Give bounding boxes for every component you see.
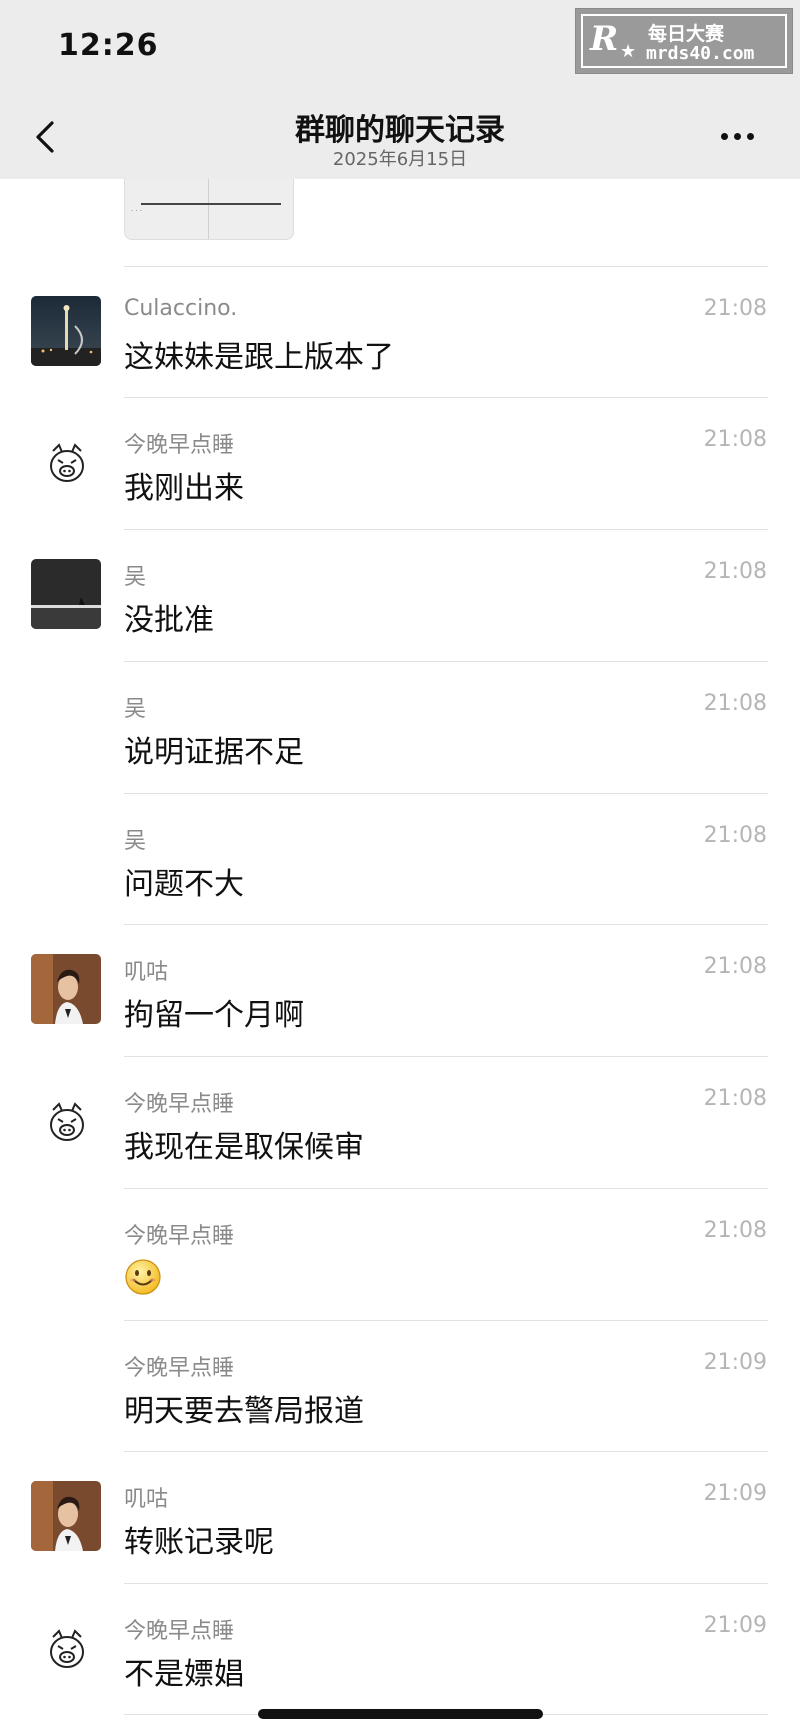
message-sender: 吴 (124, 565, 147, 590)
message-sender: 今晚早点睡 (124, 1356, 235, 1381)
more-options-icon[interactable] (718, 125, 766, 149)
nav-bar: 群聊的聊天记录 2025年6月15日 (0, 95, 800, 179)
message-time: 21:08 (703, 559, 767, 584)
message-sender: 今晚早点睡 (124, 433, 235, 458)
status-time: 12:26 (58, 28, 159, 63)
star-icon: ★ (620, 41, 637, 62)
pig-face-icon[interactable] (44, 441, 90, 487)
message-text: 这妹妹是跟上版本了 (124, 340, 394, 375)
watermark-mark: R (590, 19, 619, 59)
message-sender: 今晚早点睡 (124, 1224, 235, 1249)
smile-emoji-icon (124, 1258, 162, 1296)
message-sender: 今晚早点睡 (124, 1619, 235, 1644)
home-indicator[interactable] (258, 1709, 543, 1719)
message-sender: 叽咕 (124, 960, 169, 985)
message-text: 我现在是取保候审 (124, 1130, 364, 1165)
message-item[interactable]: 今晚早点睡 21:09 明天要去警局报道 (0, 1320, 800, 1450)
message-text: 问题不大 (124, 867, 244, 902)
avatar[interactable] (31, 296, 101, 366)
page-title: 群聊的聊天记录 (295, 113, 505, 148)
status-bar: 12:26 R ★ 每日大赛 mrds40.com (0, 0, 800, 95)
pig-face-icon[interactable] (44, 1100, 90, 1146)
avatar[interactable] (31, 1481, 101, 1551)
message-item[interactable]: 今晚早点睡 21:08 我刚出来 (0, 397, 800, 527)
message-sender: 吴 (124, 697, 147, 722)
message-item[interactable]: 今晚早点睡 21:08 (0, 1188, 800, 1318)
watermark-logo: R ★ 每日大赛 mrds40.com (575, 8, 793, 74)
message-item[interactable]: 吴 21:08 问题不大 (0, 793, 800, 923)
avatar[interactable] (31, 954, 101, 1024)
message-item[interactable]: 吴 21:08 没批准 (0, 529, 800, 659)
message-text: 转账记录呢 (124, 1525, 274, 1560)
image-message-thumbnail[interactable]: · · · (124, 179, 294, 240)
message-time: 21:08 (703, 1218, 767, 1243)
message-time: 21:09 (703, 1613, 767, 1638)
message-item[interactable]: 今晚早点睡 21:08 我现在是取保候审 (0, 1056, 800, 1186)
message-time: 21:09 (703, 1350, 767, 1375)
message-item[interactable]: 吴 21:08 说明证据不足 (0, 661, 800, 791)
message-sender: Culaccino. (124, 296, 238, 321)
message-text: 明天要去警局报道 (124, 1394, 364, 1429)
message-sender: 今晚早点睡 (124, 1092, 235, 1117)
message-sender: 叽咕 (124, 1487, 169, 1512)
message-text: 说明证据不足 (124, 735, 304, 770)
avatar[interactable] (31, 559, 101, 629)
message-sender: 吴 (124, 829, 147, 854)
message-item[interactable]: 今晚早点睡 21:09 不是嫖娼 (0, 1583, 800, 1713)
message-text: 拘留一个月啊 (124, 998, 304, 1033)
message-text: 没批准 (124, 603, 214, 638)
message-text: 不是嫖娼 (124, 1657, 244, 1692)
page-subtitle-date: 2025年6月15日 (332, 149, 468, 170)
message-item[interactable]: 叽咕 21:08 拘留一个月啊 (0, 924, 800, 1054)
message-item[interactable]: 叽咕 21:09 转账记录呢 (0, 1451, 800, 1581)
pig-face-icon[interactable] (44, 1627, 90, 1673)
message-text: 我刚出来 (124, 471, 244, 506)
message-time: 21:08 (703, 954, 767, 979)
watermark-cn-text: 每日大赛 (648, 23, 725, 45)
watermark-url: mrds40.com (646, 43, 755, 64)
message-time: 21:08 (703, 1086, 767, 1111)
message-time: 21:08 (703, 296, 767, 321)
message-time: 21:08 (703, 823, 767, 848)
message-time: 21:09 (703, 1481, 767, 1506)
message-time: 21:08 (703, 427, 767, 452)
message-time: 21:08 (703, 691, 767, 716)
message-item[interactable]: Culaccino. 21:08 这妹妹是跟上版本了 (0, 266, 800, 396)
